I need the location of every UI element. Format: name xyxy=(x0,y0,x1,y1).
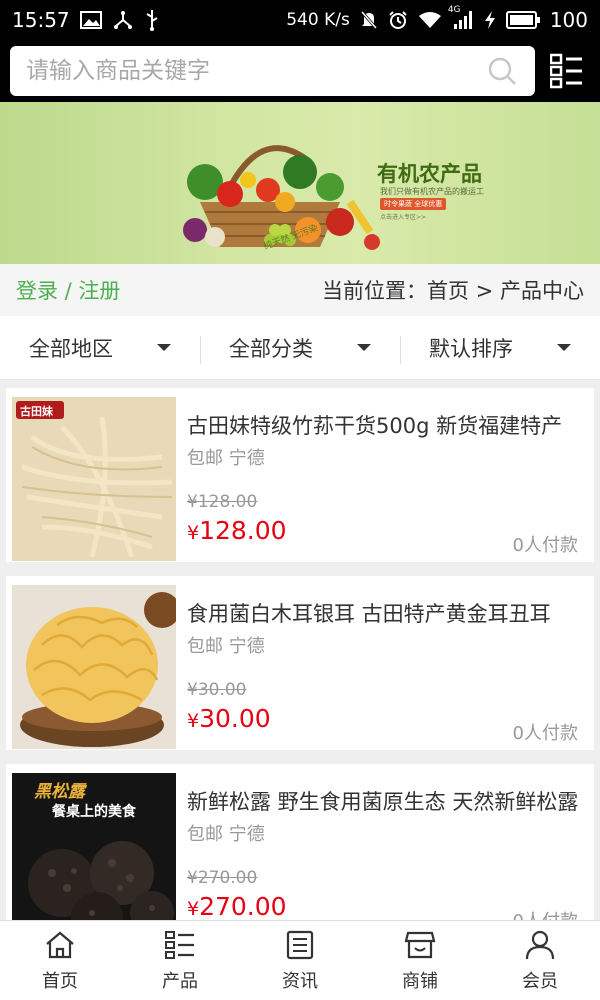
product-original-price: ¥270.00 xyxy=(187,868,258,888)
search-header xyxy=(0,40,600,102)
price-value: 128.00 xyxy=(199,516,287,545)
price-value: 270.00 xyxy=(199,892,287,920)
product-image[interactable]: 古田妹 xyxy=(12,397,176,561)
banner-title: 有机农产品 xyxy=(377,162,482,186)
promo-banner[interactable]: 纯天然 无污染 有机农产品 我们只做有机农产品的搬运工 时令果蔬 全球优惠 点击… xyxy=(0,102,600,264)
product-shipping: 包邮 宁德 xyxy=(187,824,265,845)
tab-label: 商铺 xyxy=(402,970,438,992)
filter-sort-dropdown[interactable]: 默认排序 xyxy=(400,316,600,379)
banner-link[interactable]: 点击进入专区>> xyxy=(380,212,426,221)
usb-branch-icon xyxy=(112,9,134,31)
login-register-link[interactable]: 登录 / 注册 xyxy=(16,275,120,305)
product-list: 古田妹 古田妹特级竹荪干货500g 新货福建特产 包邮 宁德 ¥128.00 ¥… xyxy=(0,380,600,920)
breadcrumb: 当前位置：首页 > 产品中心 xyxy=(322,279,584,303)
image-caption-subtitle: 餐桌上的美食 xyxy=(52,804,136,820)
product-sales-count: 0人付款 xyxy=(513,907,578,920)
product-shipping: 包邮 宁德 xyxy=(187,448,265,469)
search-box[interactable] xyxy=(10,46,535,96)
product-sales-count: 0人付款 xyxy=(512,723,578,744)
user-icon xyxy=(524,929,556,961)
charging-icon xyxy=(484,9,496,31)
product-card[interactable]: 古田妹 古田妹特级竹荪干货500g 新货福建特产 包邮 宁德 ¥128.00 ¥… xyxy=(6,388,594,562)
battery-icon xyxy=(505,9,540,31)
product-title[interactable]: 古田妹特级竹荪干货500g 新货福建特产 xyxy=(187,410,583,440)
product-sales-count: 0人付款 xyxy=(512,535,578,556)
currency-symbol: ¥ xyxy=(187,522,200,544)
location-bar: 登录 / 注册 当前位置：首页 > 产品中心 xyxy=(0,264,600,316)
tab-label: 资讯 xyxy=(282,970,318,992)
product-title[interactable]: 食用菌白木耳银耳 古田特产黄金耳丑耳 xyxy=(187,598,583,628)
product-original-price: ¥30.00 xyxy=(187,680,247,700)
news-icon xyxy=(284,929,316,961)
filter-region-dropdown[interactable]: 全部地区 xyxy=(0,316,200,379)
caret-down-icon xyxy=(557,344,571,351)
price-value: 30.00 xyxy=(199,704,271,733)
status-time: 15:57 xyxy=(12,8,70,32)
tab-news[interactable]: 资讯 xyxy=(240,921,360,1000)
shop-icon xyxy=(404,929,436,961)
home-icon xyxy=(44,929,76,961)
brand-logo: 古田妹 xyxy=(20,405,53,418)
product-card[interactable]: 食用菌白木耳银耳 古田特产黄金耳丑耳 包邮 宁德 ¥30.00 ¥30.00 0… xyxy=(6,576,594,750)
product-image[interactable]: 黑松露 餐桌上的美食 xyxy=(12,773,176,920)
product-image[interactable] xyxy=(12,585,176,749)
currency-symbol: ¥ xyxy=(187,710,200,732)
filter-category-dropdown[interactable]: 全部分类 xyxy=(200,316,400,379)
filter-label: 默认排序 xyxy=(429,336,513,361)
filter-label: 全部分类 xyxy=(229,336,313,361)
tab-label: 产品 xyxy=(162,970,198,992)
product-card[interactable]: 黑松露 餐桌上的美食 新鲜松露 野生食用菌原生态 天然新鲜松露 包邮 宁德 ¥2… xyxy=(6,764,594,920)
tab-shops[interactable]: 商铺 xyxy=(360,921,480,1000)
usb-icon xyxy=(144,9,160,31)
image-icon xyxy=(79,9,102,31)
list-icon xyxy=(164,929,196,961)
product-price: ¥30.00 xyxy=(187,704,271,733)
tab-label: 首页 xyxy=(42,970,78,992)
alarm-icon xyxy=(388,9,408,31)
product-shipping: 包邮 宁德 xyxy=(187,636,265,657)
signal-icon: 4G xyxy=(448,5,474,31)
tab-home[interactable]: 首页 xyxy=(0,921,120,1000)
currency-symbol: ¥ xyxy=(187,898,200,920)
search-input[interactable] xyxy=(26,58,485,84)
status-bar: 15:57 540 K/s 4G 100 xyxy=(0,0,600,40)
tab-member[interactable]: 会员 xyxy=(480,921,600,1000)
bottom-tab-bar: 首页 产品 资讯 商铺 会员 xyxy=(0,920,600,1000)
product-price: ¥270.00 xyxy=(187,892,287,920)
tab-products[interactable]: 产品 xyxy=(120,921,240,1000)
banner-subtitle: 我们只做有机农产品的搬运工 xyxy=(380,187,484,196)
search-icon[interactable] xyxy=(485,54,519,88)
net-speed: 540 K/s xyxy=(286,10,350,30)
product-original-price: ¥128.00 xyxy=(187,492,258,512)
grid-list-icon[interactable] xyxy=(549,53,584,89)
wifi-icon xyxy=(418,9,442,31)
product-title[interactable]: 新鲜松露 野生食用菌原生态 天然新鲜松露 xyxy=(187,786,583,816)
tab-label: 会员 xyxy=(522,970,558,992)
image-caption-title: 黑松露 xyxy=(34,782,85,802)
filter-bar: 全部地区 全部分类 默认排序 xyxy=(0,316,600,380)
battery-level: 100 xyxy=(549,8,588,32)
mute-icon xyxy=(360,9,378,31)
caret-down-icon xyxy=(357,344,371,351)
caret-down-icon xyxy=(157,344,171,351)
filter-label: 全部地区 xyxy=(29,336,113,361)
banner-tag: 时令果蔬 全球优惠 xyxy=(380,198,447,210)
product-price: ¥128.00 xyxy=(187,516,287,545)
network-type: 4G xyxy=(447,5,461,15)
